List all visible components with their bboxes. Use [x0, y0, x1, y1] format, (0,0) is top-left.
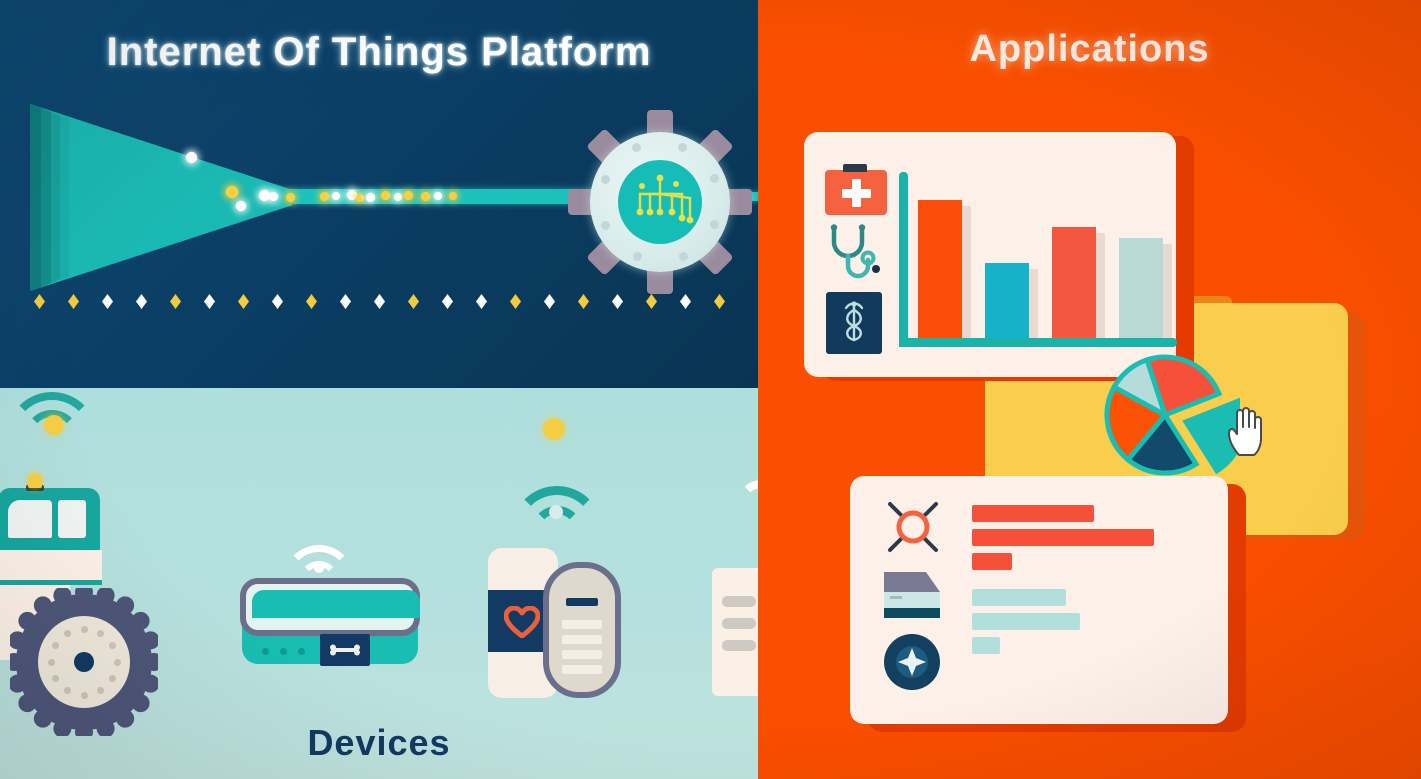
applications-title: Applications — [969, 28, 1210, 70]
particle-diamond — [374, 294, 385, 309]
infographic-stage: Internet Of Things Platform Devices Appl… — [0, 0, 1421, 779]
particle-diamond — [680, 294, 691, 309]
gold-particle — [543, 418, 565, 440]
chart-bar[interactable] — [985, 263, 1029, 338]
router-top-fill — [252, 590, 420, 618]
tractor-body-upper — [0, 550, 102, 582]
chart-bar[interactable] — [918, 200, 962, 338]
wearable-pod-line-2 — [562, 635, 602, 644]
crosshair-cross-icon — [898, 648, 926, 676]
first-aid-kit-handle-icon — [843, 164, 867, 172]
tractor-beacon-light — [28, 473, 42, 488]
tire-bolt — [113, 658, 121, 666]
hub-stud — [678, 251, 688, 261]
tractor-window-right — [58, 500, 86, 538]
particle-dot-row — [0, 294, 758, 312]
funnel-body — [30, 103, 292, 292]
chart-y-axis — [899, 172, 908, 347]
particle-diamond — [578, 294, 589, 309]
hub-stud — [710, 219, 720, 229]
iot-platform-hub — [568, 110, 752, 294]
sun-burst-icon — [888, 502, 938, 552]
chart-axis-corner — [899, 330, 917, 347]
tire-bolt — [51, 675, 59, 682]
particle-diamond — [34, 294, 45, 309]
tractor-window-left — [8, 500, 52, 538]
tire-bolt — [97, 629, 104, 637]
router-top-shell — [240, 578, 420, 636]
network-tree-icon — [636, 174, 694, 224]
tire-bolt — [47, 658, 55, 666]
particle-diamond — [476, 294, 487, 309]
stethoscope-icon — [830, 224, 880, 279]
wearable-pod-indicator — [566, 598, 598, 606]
particle-diamond — [306, 294, 317, 309]
particle-diamond — [170, 294, 181, 309]
tractor-tire-center — [74, 652, 94, 672]
funnel-stripe-3 — [51, 111, 60, 284]
list-item — [972, 553, 1012, 570]
list-item — [972, 637, 1000, 654]
health-wearable-device — [488, 548, 633, 698]
device-panel-bar-3 — [722, 640, 756, 651]
particle-diamond — [102, 294, 113, 309]
devices-label: Devices — [307, 722, 451, 763]
car-device-icon — [884, 572, 940, 618]
particle-diamond — [68, 294, 79, 309]
chart-bar[interactable] — [1052, 227, 1096, 338]
funnel-stripe-1 — [30, 103, 41, 292]
list-item — [972, 505, 1094, 522]
tire-bolt — [64, 629, 71, 637]
particle-diamond — [544, 294, 555, 309]
router-led-2 — [280, 648, 287, 655]
iot-platform-title: Internet Of Things Platform — [106, 30, 652, 74]
tire-bolt — [80, 691, 88, 699]
tire-bolt — [51, 642, 59, 649]
chart-bar[interactable] — [1119, 238, 1163, 338]
particle-diamond — [646, 294, 657, 309]
particle-diamond — [408, 294, 419, 309]
device-panel-bar-1 — [722, 596, 756, 607]
wifi-signal-router-dot-icon — [314, 563, 324, 573]
particle-diamond — [238, 294, 249, 309]
connected-tractor — [0, 470, 182, 736]
particle-diamond — [714, 294, 725, 309]
wifi-signal-tractor-dot-icon — [44, 415, 64, 435]
particle-diamond — [204, 294, 215, 309]
list-item — [972, 529, 1154, 546]
wearable-pod-line-1 — [562, 620, 602, 629]
particle-diamond — [612, 294, 623, 309]
hub-stud — [677, 142, 687, 152]
list-item — [972, 589, 1066, 606]
funnel-stripe-2 — [41, 107, 51, 288]
particle-diamond — [510, 294, 521, 309]
heart-icon — [504, 606, 540, 638]
router-led-3 — [298, 648, 305, 655]
tractor-stripe — [0, 580, 102, 585]
first-aid-cross-horizontal-icon — [842, 189, 871, 198]
wearable-pod — [543, 562, 621, 698]
device-panel-bar-2 — [722, 618, 756, 629]
particle-diamond — [442, 294, 453, 309]
wearable-pod-line-3 — [562, 650, 602, 659]
hand-cursor[interactable] — [1226, 405, 1268, 457]
wifi-signal-wearable-dot-icon — [549, 505, 563, 519]
application-pie-chart[interactable] — [1090, 340, 1240, 490]
wearable-pod-line-4 — [562, 665, 602, 674]
smart-gateway-device — [240, 578, 420, 670]
particle-diamond — [272, 294, 283, 309]
router-led-1 — [262, 648, 269, 655]
list-item — [972, 613, 1080, 630]
particle-diamond — [136, 294, 147, 309]
hub-stud — [601, 220, 611, 230]
router-connector-icon — [330, 644, 360, 656]
particle-diamond — [340, 294, 351, 309]
tire-bolt — [80, 625, 88, 633]
funnel-stripe-4 — [60, 115, 69, 280]
caduceus-symbol-icon — [844, 301, 864, 342]
